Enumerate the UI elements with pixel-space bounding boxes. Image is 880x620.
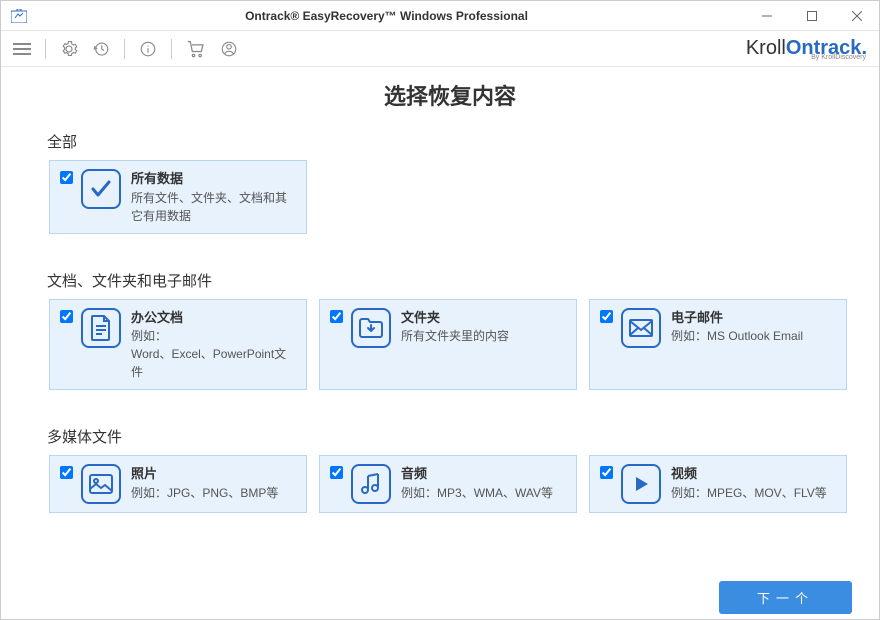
close-button[interactable] (834, 1, 879, 31)
checkbox-all-data[interactable] (60, 171, 73, 184)
card-title: 视频 (671, 464, 827, 484)
app-icon (9, 6, 29, 26)
card-desc: 例如：MP3、WMA、WAV等 (401, 484, 553, 502)
card-video[interactable]: 视频 例如：MPEG、MOV、FLV等 (589, 455, 847, 513)
window-controls (744, 1, 879, 31)
checkbox-office-docs[interactable] (60, 310, 73, 323)
brand-logo: KrollOntrack. By KrollDiscovery (746, 37, 867, 60)
card-desc: 例如：JPG、PNG、BMP等 (131, 484, 278, 502)
section-heading-media: 多媒体文件 (47, 426, 851, 447)
page-title: 选择恢复内容 (49, 79, 851, 111)
checkbox-email[interactable] (600, 310, 613, 323)
document-icon (81, 308, 121, 348)
card-title: 文件夹 (401, 308, 509, 328)
section-heading-all: 全部 (47, 131, 851, 152)
checkbox-photos[interactable] (60, 466, 73, 479)
section-media: 多媒体文件 照片 例如：JPG、PNG、BMP等 音频 例如：MP3、WMA、W… (49, 426, 851, 513)
history-icon[interactable] (92, 37, 110, 61)
card-audio[interactable]: 音频 例如：MP3、WMA、WAV等 (319, 455, 577, 513)
user-icon[interactable] (220, 37, 238, 61)
minimize-button[interactable] (744, 1, 789, 31)
card-photos[interactable]: 照片 例如：JPG、PNG、BMP等 (49, 455, 307, 513)
separator (171, 39, 172, 59)
card-desc: 例如：MPEG、MOV、FLV等 (671, 484, 827, 502)
next-button[interactable]: 下一个 (719, 581, 852, 614)
separator (124, 39, 125, 59)
gear-icon[interactable] (60, 37, 78, 61)
card-email[interactable]: 电子邮件 例如：MS Outlook Email (589, 299, 847, 391)
section-all: 全部 所有数据 所有文件、文件夹、文档和其它有用数据 (49, 131, 851, 234)
brand-subtitle: By KrollDiscovery (811, 54, 866, 61)
card-all-data[interactable]: 所有数据 所有文件、文件夹、文档和其它有用数据 (49, 160, 307, 234)
titlebar: Ontrack® EasyRecovery™ Windows Professio… (1, 1, 879, 31)
card-title: 照片 (131, 464, 278, 484)
maximize-button[interactable] (789, 1, 834, 31)
checkbox-video[interactable] (600, 466, 613, 479)
separator (45, 39, 46, 59)
music-icon (351, 464, 391, 504)
section-heading-docs: 文档、文件夹和电子邮件 (47, 270, 851, 291)
brand-kroll: Kroll (746, 37, 786, 60)
checkbox-folders[interactable] (330, 310, 343, 323)
image-icon (81, 464, 121, 504)
card-desc: 所有文件夹里的内容 (401, 327, 509, 345)
play-icon (621, 464, 661, 504)
checkbox-audio[interactable] (330, 466, 343, 479)
cart-icon[interactable] (186, 37, 206, 61)
menu-icon[interactable] (13, 37, 31, 61)
card-title: 电子邮件 (671, 308, 803, 328)
card-title: 办公文档 (131, 308, 296, 328)
folder-download-icon (351, 308, 391, 348)
card-desc: 例如：Word、Excel、PowerPoint文件 (131, 327, 296, 381)
window-title: Ontrack® EasyRecovery™ Windows Professio… (29, 9, 744, 23)
email-icon (621, 308, 661, 348)
toolbar: KrollOntrack. By KrollDiscovery (1, 31, 879, 67)
check-icon (81, 169, 121, 209)
card-title: 所有数据 (131, 169, 296, 189)
card-office-docs[interactable]: 办公文档 例如：Word、Excel、PowerPoint文件 (49, 299, 307, 391)
card-desc: 例如：MS Outlook Email (671, 327, 803, 345)
main-content: 选择恢复内容 全部 所有数据 所有文件、文件夹、文档和其它有用数据 文档、文件夹… (1, 67, 879, 573)
section-docs: 文档、文件夹和电子邮件 办公文档 例如：Word、Excel、PowerPoin… (49, 270, 851, 391)
card-folders[interactable]: 文件夹 所有文件夹里的内容 (319, 299, 577, 391)
info-icon[interactable] (139, 37, 157, 61)
footer-bar: 下一个 (0, 574, 880, 620)
card-desc: 所有文件、文件夹、文档和其它有用数据 (131, 189, 296, 225)
card-title: 音频 (401, 464, 553, 484)
